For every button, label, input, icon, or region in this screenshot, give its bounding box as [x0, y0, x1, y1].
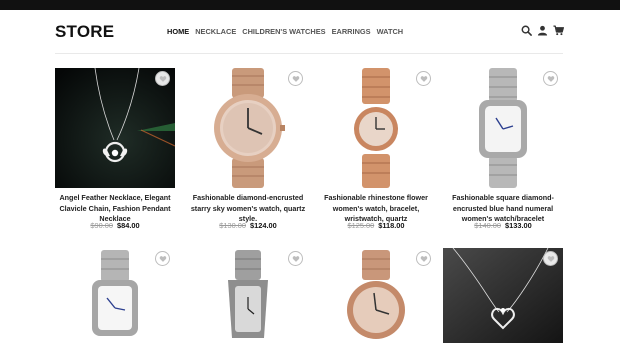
nav-home[interactable]: HOME	[167, 27, 189, 37]
nav-necklace[interactable]: NECKLACE	[195, 27, 236, 37]
cart-icon[interactable]	[553, 25, 564, 36]
product-image-silver-square-watch[interactable]	[443, 68, 563, 188]
product-title[interactable]: Fashionable square diamond-encrusted blu…	[443, 193, 563, 225]
store-logo[interactable]: STORE	[55, 21, 114, 43]
product-image-rose-gold-bracelet-watch[interactable]	[316, 68, 436, 188]
wishlist-heart-icon[interactable]	[155, 251, 170, 266]
wishlist-heart-icon[interactable]	[155, 71, 170, 86]
product-image-rose-gold-diamond-watch[interactable]	[316, 248, 436, 343]
sale-price: $118.00	[378, 221, 405, 230]
wishlist-heart-icon[interactable]	[543, 71, 558, 86]
sale-price: $84.00	[117, 221, 140, 230]
wishlist-heart-icon[interactable]	[288, 251, 303, 266]
product-image-silver-square-blue-watch[interactable]	[55, 248, 175, 343]
product-price: $130.00 $124.00	[188, 221, 308, 231]
product-price: $140.00 $133.00	[443, 221, 563, 231]
sale-price: $133.00	[505, 221, 532, 230]
header-icons	[521, 25, 564, 36]
wishlist-heart-icon[interactable]	[543, 251, 558, 266]
wishlist-heart-icon[interactable]	[416, 71, 431, 86]
nav-earrings[interactable]: EARRINGS	[332, 27, 371, 37]
wishlist-heart-icon[interactable]	[416, 251, 431, 266]
nav-childrens-watches[interactable]: CHILDREN'S WATCHES	[242, 27, 325, 37]
product-image-heart-necklace[interactable]	[443, 248, 563, 343]
search-icon[interactable]	[521, 25, 532, 36]
product-image-necklace[interactable]	[55, 68, 175, 188]
original-price: $90.00	[90, 221, 113, 230]
product-price: $125.00 $118.00	[316, 221, 436, 231]
product-title[interactable]: Fashionable diamond-encrusted starry sky…	[188, 193, 308, 225]
sale-price: $124.00	[250, 221, 277, 230]
main-nav: HOME NECKLACE CHILDREN'S WATCHES EARRING…	[167, 27, 403, 37]
site-header: STORE HOME NECKLACE CHILDREN'S WATCHES E…	[0, 10, 620, 54]
original-price: $130.00	[219, 221, 246, 230]
product-price: $90.00 $84.00	[55, 221, 175, 231]
header-divider	[55, 53, 563, 54]
account-icon[interactable]	[537, 25, 548, 36]
original-price: $125.00	[347, 221, 375, 230]
top-bar	[0, 0, 620, 10]
product-title[interactable]: Angel Feather Necklace, Elegant Clavicle…	[55, 193, 175, 225]
product-image-silver-rectangle-watch[interactable]	[188, 248, 308, 343]
product-title[interactable]: Fashionable rhinestone flower women's wa…	[316, 193, 436, 225]
original-price: $140.00	[474, 221, 501, 230]
nav-watch[interactable]: WATCH	[377, 27, 404, 37]
wishlist-heart-icon[interactable]	[288, 71, 303, 86]
product-image-rose-gold-watch[interactable]	[188, 68, 308, 188]
